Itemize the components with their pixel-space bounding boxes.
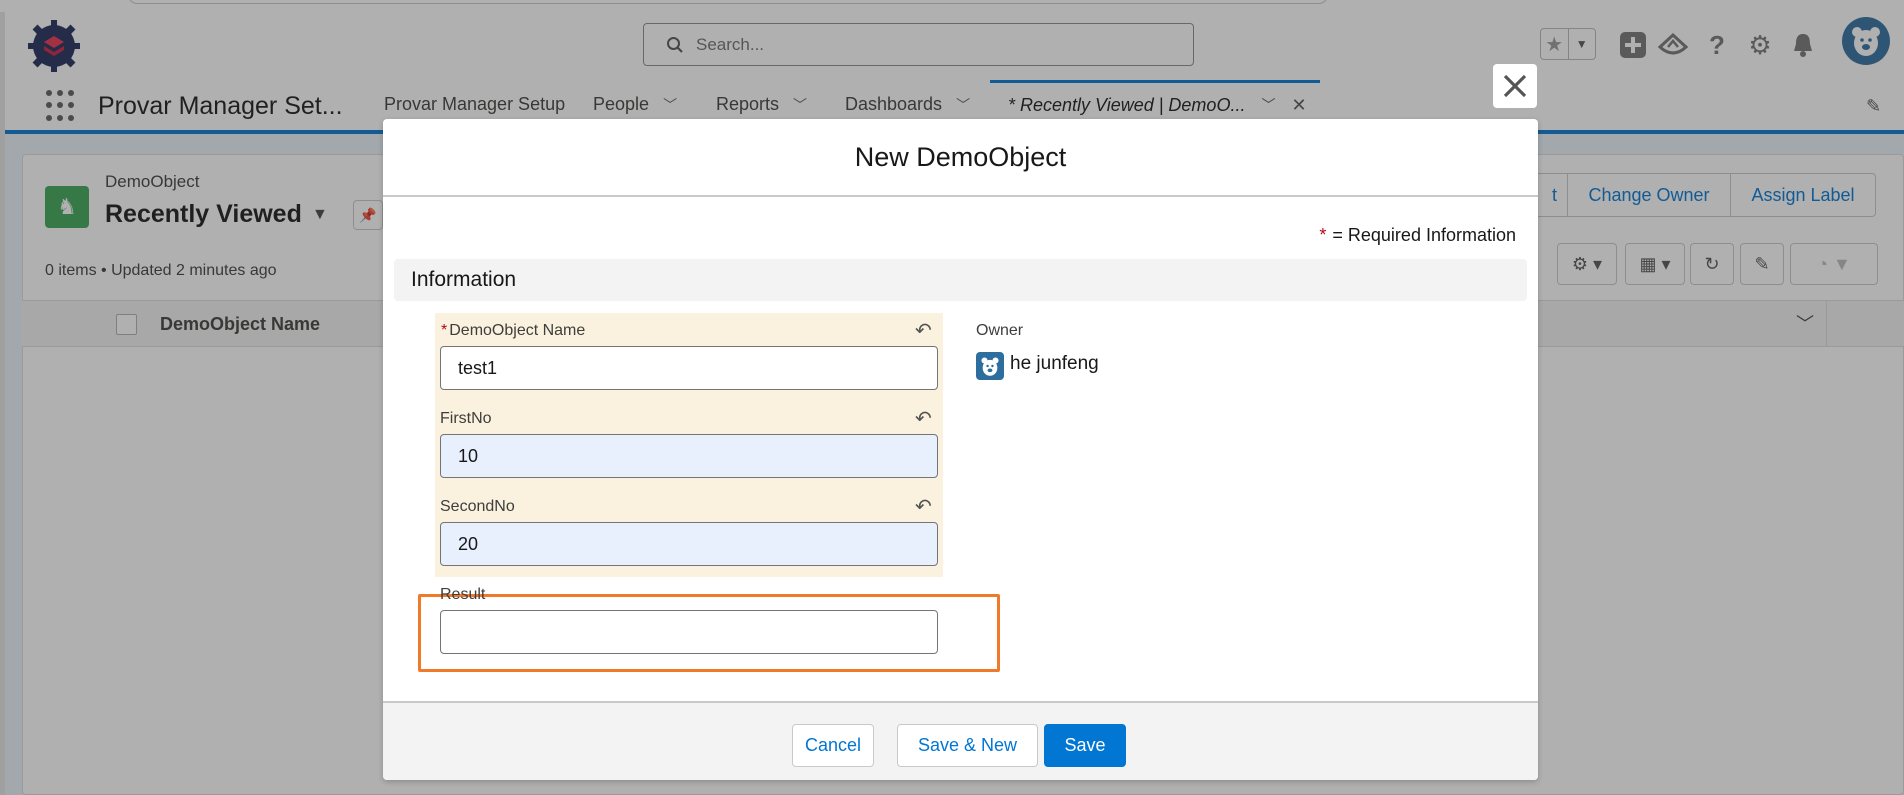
owner-name[interactable]: he junfeng xyxy=(1010,353,1099,375)
cancel-button[interactable]: Cancel xyxy=(792,724,874,767)
required-legend: * = Required Information xyxy=(1319,225,1516,246)
field-label-demoobject-name: * DemoObject Name xyxy=(441,322,585,340)
undo-icon[interactable]: ↶ xyxy=(915,406,932,431)
result-input[interactable] xyxy=(440,610,938,654)
owner-avatar-icon xyxy=(976,352,1004,380)
input-value: test1 xyxy=(458,357,498,378)
required-star: * xyxy=(1319,225,1327,245)
input-value: 20 xyxy=(458,533,479,554)
demoobject-name-input[interactable]: test1 xyxy=(440,346,938,390)
field-label-secondno: SecondNo xyxy=(440,498,515,515)
field-label-text: DemoObject Name xyxy=(449,322,586,339)
input-value: 10 xyxy=(458,445,479,466)
firstno-input[interactable]: 10 xyxy=(440,434,938,478)
new-record-modal: New DemoObject * = Required Information I… xyxy=(383,119,1538,780)
undo-icon[interactable]: ↶ xyxy=(915,318,932,343)
section-header-information[interactable]: Information xyxy=(394,259,1527,301)
undo-icon[interactable]: ↶ xyxy=(915,494,932,519)
save-and-new-button[interactable]: Save & New xyxy=(897,724,1038,767)
field-label-result: Result xyxy=(440,586,486,603)
section-title: Information xyxy=(411,268,517,291)
modal-title: New DemoObject xyxy=(854,141,1067,172)
close-modal-button[interactable] xyxy=(1493,64,1537,108)
field-label-owner: Owner xyxy=(976,322,1024,339)
modal-footer: Cancel Save & New Save xyxy=(383,701,1538,780)
modal-header: New DemoObject xyxy=(383,119,1538,197)
save-button[interactable]: Save xyxy=(1044,724,1126,767)
required-star: * xyxy=(441,322,448,339)
field-label-firstno: FirstNo xyxy=(440,410,492,427)
close-icon xyxy=(1503,74,1527,98)
required-legend-text: = Required Information xyxy=(1332,225,1516,245)
secondno-input[interactable]: 20 xyxy=(440,522,938,566)
